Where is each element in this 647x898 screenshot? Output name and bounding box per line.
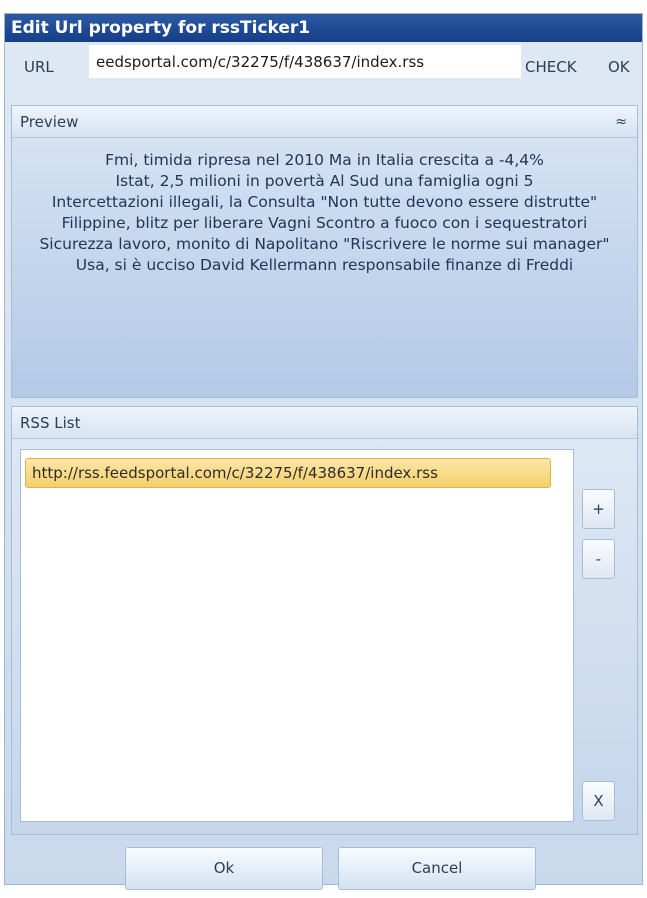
preview-header: Preview ≈ [12, 106, 637, 138]
cancel-button[interactable]: Cancel [338, 847, 536, 890]
url-input[interactable]: eedsportal.com/c/32275/f/438637/index.rs… [89, 45, 521, 78]
dialog-title: Edit Url property for rssTicker1 [5, 14, 642, 42]
check-button[interactable]: CHECK [525, 58, 577, 76]
headline-item: Filippine, blitz per liberare Vagni Scon… [61, 214, 588, 232]
preview-body: Fmi, timida ripresa nel 2010 Ma in Itali… [12, 138, 637, 397]
rss-list-header: RSS List [12, 407, 637, 439]
headline-item: Intercettazioni illegali, la Consulta "N… [51, 193, 598, 211]
headline-item: Istat, 2,5 milioni in povertà Al Sud una… [115, 172, 534, 190]
ok-url-button[interactable]: OK [608, 58, 630, 76]
preview-panel: Preview ≈ Fmi, timida ripresa nel 2010 M… [11, 105, 638, 398]
rss-list-panel: RSS List http://rss.feedsportal.com/c/32… [11, 406, 638, 835]
ok-button[interactable]: Ok [125, 847, 323, 890]
list-item[interactable]: http://rss.feedsportal.com/c/32275/f/438… [25, 458, 551, 488]
url-label: URL [24, 58, 54, 76]
clear-list-button[interactable]: X [582, 781, 615, 821]
remove-url-button[interactable]: - [582, 539, 615, 579]
headline-item: Sicurezza lavoro, monito di Napolitano "… [39, 235, 610, 253]
headline-item: Usa, si è ucciso David Kellermann respon… [75, 256, 574, 274]
preview-headlines: Fmi, timida ripresa nel 2010 Ma in Itali… [12, 138, 637, 276]
collapse-icon[interactable]: ≈ [615, 106, 627, 138]
rss-list-header-label: RSS List [20, 414, 81, 432]
add-url-button[interactable]: + [582, 489, 615, 529]
headline-item: Fmi, timida ripresa nel 2010 Ma in Itali… [105, 151, 544, 169]
preview-header-label: Preview [20, 113, 79, 131]
rss-listbox[interactable]: http://rss.feedsportal.com/c/32275/f/438… [20, 449, 574, 822]
edit-url-dialog: Edit Url property for rssTicker1 URL eed… [4, 13, 643, 890]
